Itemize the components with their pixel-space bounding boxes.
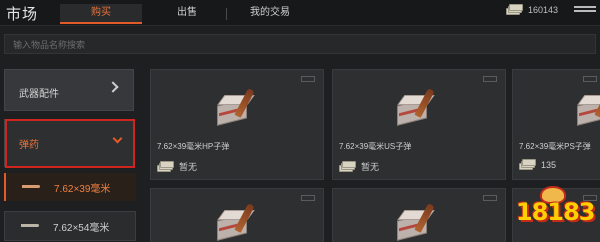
ammo-box-icon [397,203,441,241]
tab-sell[interactable]: 出售 [148,4,226,24]
sidebar-item-label: 弹药 [19,140,39,151]
item-price: 暂无 [361,162,380,172]
sidebar-item-label: 武器配件 [19,89,59,100]
currency-display: 160143 [505,4,558,15]
ammo-box-icon [217,203,261,241]
item-card[interactable]: 7.62×39毫米HP子弹 暂无 [150,69,324,180]
item-name: 7.62×39毫米PS子弹 [519,142,591,151]
sidebar-item-ammo[interactable]: 弹药 [4,119,134,167]
item-name: 7.62×39毫米HP子弹 [157,142,230,151]
watermark-text: 18183 [516,198,595,226]
bullet-icon [21,224,39,227]
search-bar [4,34,596,54]
cash-stack-icon [505,4,523,15]
watermark-logo: 18183 [510,186,598,240]
card-tag-icon [583,76,597,82]
sidebar-item-weapon-attachments[interactable]: 武器配件 [4,69,134,111]
sidebar-subitem-762x54[interactable]: 7.62×54毫米 [4,211,136,241]
ammo-box-icon [217,88,261,126]
price-row: 暂无 [339,160,379,173]
card-tag-icon [483,76,497,82]
chevron-down-icon [112,133,123,144]
cash-stack-icon [519,159,536,170]
ammo-box-icon [577,88,600,126]
search-input[interactable] [5,36,595,54]
item-name: 7.62×39毫米US子弹 [339,142,412,151]
currency-amount: 160143 [527,5,558,15]
menu-icon[interactable] [574,6,596,16]
top-bar: 市场 购买 出售 我的交易 160143 [0,0,600,26]
item-price: 暂无 [179,162,198,172]
price-row: 135 [519,159,557,170]
card-tag-icon [483,195,497,201]
card-tag-icon [301,195,315,201]
ammo-box-icon [397,88,441,126]
sidebar-subitem-label: 7.62×54毫米 [53,223,110,234]
cash-stack-icon [157,160,174,172]
item-card[interactable]: 7.62×39毫米US子弹 暂无 [332,69,506,180]
item-price: 135 [541,160,557,170]
page-title: 市场 [6,6,39,23]
item-card[interactable] [332,188,506,242]
sidebar-subitem-762x39[interactable]: 7.62×39毫米 [4,173,136,201]
item-card[interactable]: 7.62×39毫米PS子弹 135 [512,69,600,180]
price-row: 暂无 [157,160,197,173]
sidebar-subitem-label: 7.62×39毫米 [54,184,111,195]
cash-stack-icon [339,160,356,172]
item-card[interactable] [150,188,324,242]
bullet-icon [22,185,40,188]
card-tag-icon [301,76,315,82]
tab-buy[interactable]: 购买 [60,4,142,24]
tab-my-trades[interactable]: 我的交易 [226,4,314,24]
chevron-right-icon [107,81,119,93]
